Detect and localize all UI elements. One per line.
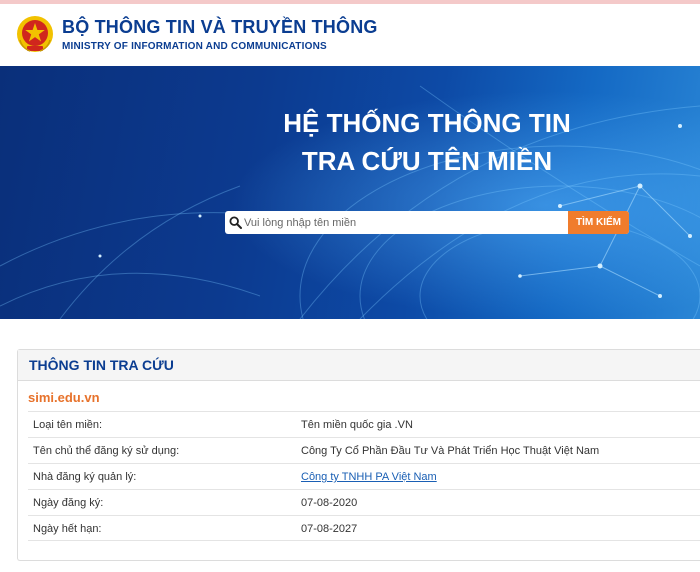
info-value: Công Ty Cổ Phần Đầu Tư Và Phát Triển Học… [301,445,600,457]
result-domain-name: simi.edu.vn [28,390,100,405]
panel-title: THÔNG TIN TRA CỨU [29,357,174,373]
info-row-registrar: Nhà đăng ký quản lý: Công ty TNHH PA Việ… [28,463,700,489]
lookup-result-panel: THÔNG TIN TRA CỨU simi.edu.vn Loại tên m… [17,349,700,561]
registrar-link[interactable]: Công ty TNHH PA Việt Nam [301,471,437,483]
domain-search-bar: TÌM KIẾM [225,211,629,234]
info-row-registrant: Tên chủ thể đăng ký sử dụng: Công Ty Cổ … [28,437,700,463]
info-label: Nhà đăng ký quản lý: [33,471,137,483]
hero-banner: HỆ THỐNG THÔNG TIN TRA CỨU TÊN MIỀN TÌM … [0,66,700,319]
search-icon [229,216,242,229]
info-label: Ngày hết hạn: [33,523,102,535]
national-emblem-icon [17,16,53,52]
info-label: Ngày đăng ký: [33,497,104,509]
info-label: Tên chủ thể đăng ký sử dụng: [33,445,180,457]
site-header: BỘ THÔNG TIN VÀ TRUYỀN THÔNG MINISTRY OF… [0,4,700,66]
panel-header: THÔNG TIN TRA CỨU [18,350,700,381]
info-value: 07-08-2020 [301,497,358,509]
org-title: BỘ THÔNG TIN VÀ TRUYỀN THÔNG [62,17,378,37]
info-label: Loại tên miền: [33,419,103,431]
info-row-expiry-date: Ngày hết hạn: 07-08-2027 [28,515,700,541]
info-value: 07-08-2027 [301,523,358,535]
info-value: Tên miền quốc gia .VN [301,419,413,431]
info-row-registration-date: Ngày đăng ký: 07-08-2020 [28,489,700,515]
search-button[interactable]: TÌM KIẾM [568,211,629,234]
banner-title-line1: HỆ THỐNG THÔNG TIN [283,108,571,138]
network-globe-graphic [0,66,700,319]
domain-info-table: Loại tên miền: Tên miền quốc gia .VN Tên… [28,411,700,541]
domain-search-input[interactable] [244,211,569,234]
info-row-domain-type: Loại tên miền: Tên miền quốc gia .VN [28,411,700,437]
org-subtitle: MINISTRY OF INFORMATION AND COMMUNICATIO… [62,41,327,52]
banner-title-line2: TRA CỨU TÊN MIỀN [301,146,553,176]
